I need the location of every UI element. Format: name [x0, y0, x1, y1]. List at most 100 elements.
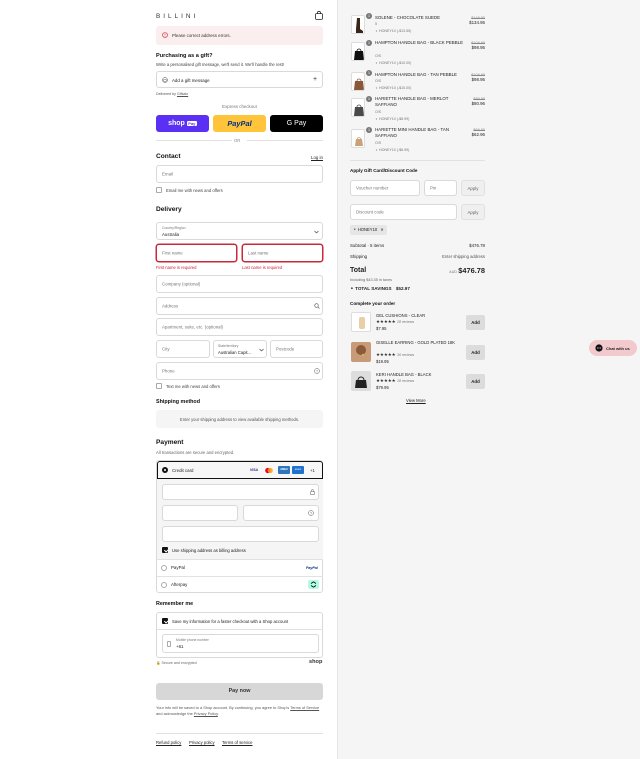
shop-terms: Your info will be saved to a Shop accoun…: [156, 705, 326, 717]
brand-logo[interactable]: BILLINI: [156, 13, 198, 20]
payment-subtitle: All transactions are secure and encrypte…: [156, 450, 235, 455]
delivered-by: Delivered by Gifkalo: [156, 92, 188, 96]
product-variant: O/S: [375, 110, 382, 114]
gift-subtitle: Write a personalised gift message, we'll…: [156, 62, 285, 67]
billing-address-checkbox[interactable]: [162, 547, 168, 553]
pay-now-label: Pay now: [228, 688, 251, 694]
bag-icon[interactable]: [315, 10, 323, 20]
name-on-card-field[interactable]: [162, 526, 319, 542]
card-number-field[interactable]: [162, 484, 319, 500]
product-discount: ⚬ HONEY10 (-$8.99): [375, 117, 409, 121]
add-gift-message-button[interactable]: Add a gift message +: [156, 71, 323, 88]
cart-item: 1 HAMPTON HANDLE BAG - BLACK PEBBLE O/S …: [338, 40, 640, 65]
paypal-logo-icon: PayPal: [306, 565, 318, 570]
shop-terms-link[interactable]: Terms of Service: [290, 705, 319, 710]
view-more-link[interactable]: View More: [406, 398, 426, 403]
contact-title: Contact: [156, 153, 181, 160]
news-checkbox[interactable]: [156, 187, 162, 193]
discount-code-field[interactable]: Discount code: [350, 204, 457, 220]
security-code-field[interactable]: ?: [243, 505, 319, 521]
product-image: [351, 129, 365, 148]
address-placeholder: Address: [162, 303, 179, 309]
phone-field[interactable]: Phone ?: [156, 362, 323, 380]
expiry-field[interactable]: [162, 505, 238, 521]
upsell-image: [351, 342, 371, 362]
credit-card-option[interactable]: Credit card VISA AMEX amex +1: [157, 461, 323, 479]
more-cards-badge: +1: [310, 467, 315, 473]
phone-placeholder: Phone: [162, 368, 175, 374]
security-help-icon[interactable]: ?: [308, 510, 314, 518]
city-field[interactable]: City: [156, 340, 210, 358]
apartment-placeholder: Apartment, suite, etc. (optional): [162, 324, 224, 330]
terms-text-3: .: [217, 711, 219, 716]
visa-icon: VISA: [250, 468, 258, 472]
state-select[interactable]: State/territory Australian Capit...: [213, 340, 267, 358]
product-discount-code: HONEY10 (-$10.00): [379, 61, 412, 65]
login-link[interactable]: Log in: [311, 155, 323, 160]
mastercard-icon: [264, 467, 274, 474]
cart-item: 1 HARIETTE HANDLE BAG - MERLOT SAFFIANO …: [338, 96, 640, 121]
address-field[interactable]: Address: [156, 297, 323, 315]
email-placeholder: Email: [162, 171, 173, 177]
refund-policy-link[interactable]: Refund policy: [156, 740, 181, 745]
error-alert-text: Please correct address errors.: [172, 32, 231, 38]
product-price: $69.95 $62.96: [472, 128, 485, 137]
product-image: [351, 15, 365, 34]
remove-discount-icon[interactable]: ✕: [380, 227, 384, 232]
google-pay-button[interactable]: G Pay: [270, 115, 323, 132]
product-discount-code: HONEY10 (-$6.99): [379, 148, 410, 152]
mobile-phone-field[interactable]: Mobile phone number +61: [162, 634, 319, 653]
voucher-number-field[interactable]: Voucher number: [350, 180, 420, 196]
shop-pay-button[interactable]: shop Pay: [156, 115, 209, 132]
text-news-checkbox[interactable]: [156, 383, 162, 389]
chevron-down-icon: [314, 230, 319, 236]
add-upsell-button[interactable]: Add: [466, 345, 485, 360]
shipping-label: Shipping: [350, 254, 368, 259]
apply-discount-button[interactable]: Apply: [461, 204, 485, 220]
chat-with-us-button[interactable]: Chat with us: [589, 340, 637, 356]
add-upsell-button[interactable]: Add: [466, 315, 485, 330]
privacy-policy-link[interactable]: Privacy policy: [189, 740, 215, 745]
apply-gift-card-button[interactable]: Apply: [461, 180, 485, 196]
qty-badge: 1: [366, 13, 372, 19]
lock-icon: [310, 489, 315, 497]
country-select[interactable]: Country/Region Australia: [156, 222, 323, 240]
star-rating-icon: ★★★★★: [376, 378, 396, 383]
paypal-label: PayPal: [227, 119, 252, 128]
state-label: State/territory: [218, 344, 239, 348]
amex-alt-icon: amex: [292, 466, 304, 474]
pin-field[interactable]: Pin: [424, 180, 457, 196]
credit-card-radio[interactable]: [162, 467, 168, 473]
delivery-title: Delivery: [156, 206, 182, 213]
product-discount: ⚬ HONEY10 (-$13.55): [375, 29, 411, 33]
save-info-checkbox[interactable]: [162, 618, 168, 624]
paypal-radio[interactable]: [161, 565, 167, 571]
qty-badge: 1: [366, 70, 372, 76]
terms-of-service-link[interactable]: Terms of service: [222, 740, 252, 745]
last-name-field[interactable]: Last name: [242, 244, 323, 262]
first-name-field[interactable]: First name: [156, 244, 237, 262]
shop-privacy-link[interactable]: Privacy Policy: [194, 711, 218, 716]
company-field[interactable]: Company (optional): [156, 275, 323, 293]
gift-card-title: Apply Gift Card/Discount Code: [350, 168, 418, 173]
product-name: HAMPTON HANDLE BAG - TAN PEBBLE: [375, 72, 457, 77]
email-field[interactable]: Email: [156, 165, 323, 183]
mobile-icon: [167, 641, 171, 649]
svg-text:?: ?: [316, 369, 318, 373]
pay-now-button[interactable]: Pay now: [156, 683, 323, 700]
upsell-price: $7.95: [376, 326, 387, 331]
afterpay-radio[interactable]: [161, 582, 167, 588]
product-price: $89.95 $80.96: [472, 97, 485, 106]
postcode-field[interactable]: Postcode: [270, 340, 323, 358]
card-form: ? Use shipping address as billing addres…: [157, 479, 323, 559]
add-upsell-button[interactable]: Add: [466, 374, 485, 389]
afterpay-option[interactable]: Afterpay: [157, 577, 323, 593]
search-icon: [314, 303, 320, 311]
apartment-field[interactable]: Apartment, suite, etc. (optional): [156, 318, 323, 336]
help-icon[interactable]: ?: [314, 368, 320, 376]
delivered-by-link[interactable]: Gifkalo: [177, 92, 188, 96]
paypal-option[interactable]: PayPal PayPal: [157, 560, 323, 576]
paypal-button[interactable]: PayPal: [213, 115, 266, 132]
product-variant: 5: [375, 22, 377, 26]
upsell-rating: ★★★★★ 28 reviews: [376, 319, 414, 325]
